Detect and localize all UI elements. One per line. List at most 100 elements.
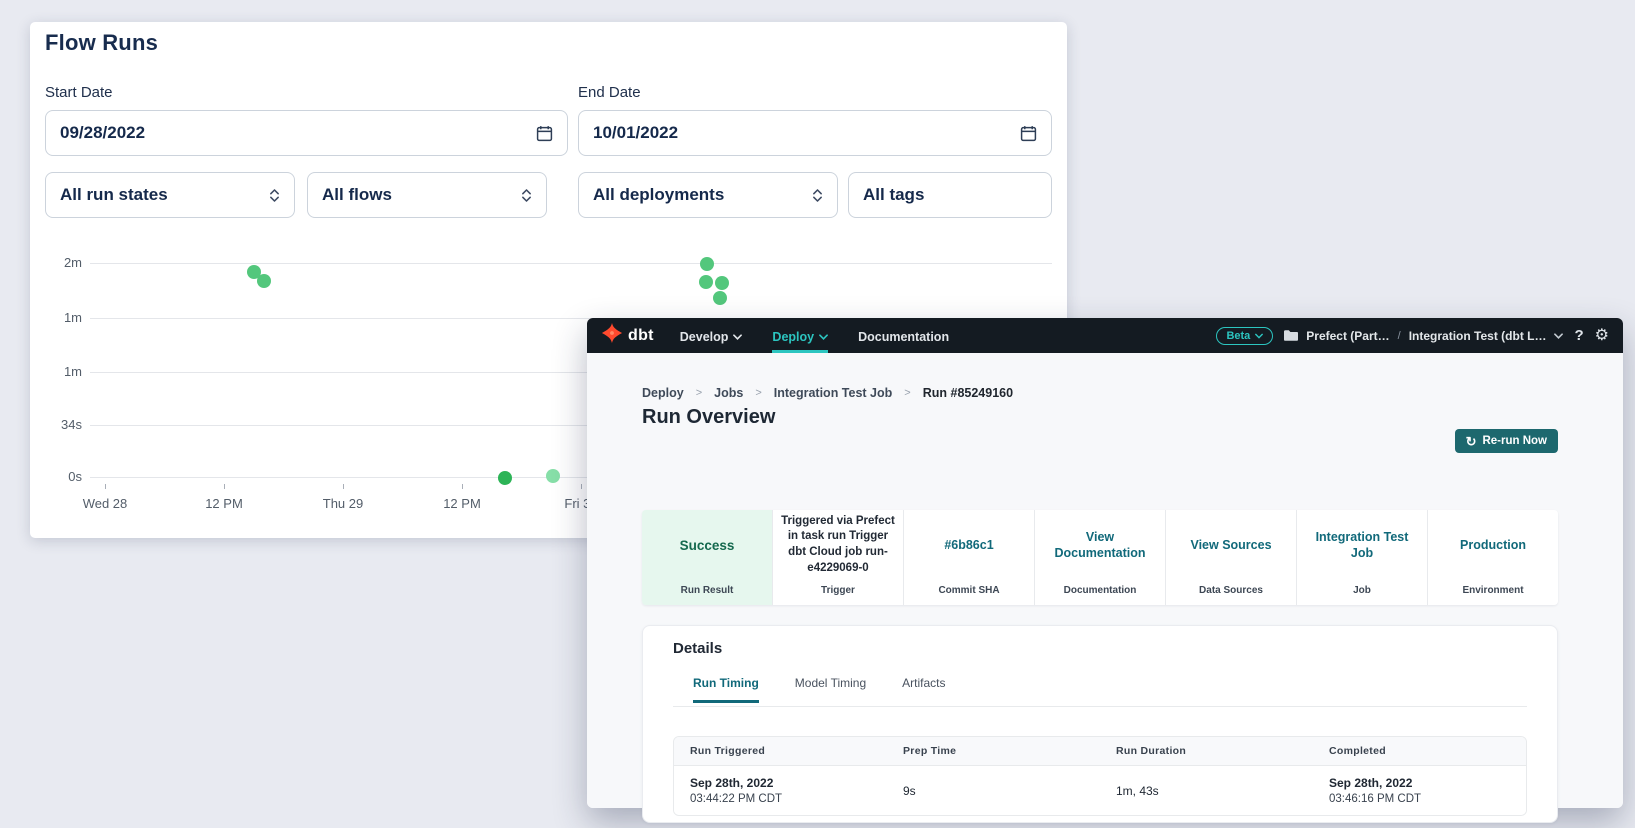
refresh-icon: ↻	[1466, 435, 1477, 448]
chevron-updown-icon	[269, 188, 280, 203]
rerun-now-label: Re-run Now	[1482, 435, 1547, 447]
folder-icon	[1284, 330, 1298, 341]
tab-model-timing[interactable]: Model Timing	[795, 676, 866, 703]
chevron-updown-icon	[269, 188, 280, 203]
tabs-divider	[673, 706, 1527, 707]
details-tabs: Run Timing Model Timing Artifacts	[693, 676, 946, 703]
start-date-input[interactable]: 09/28/2022	[45, 110, 568, 156]
filter-select-all-flows[interactable]: All flows	[307, 172, 547, 218]
breadcrumb-item-jobs[interactable]: Jobs	[714, 386, 743, 400]
summary-card-environment[interactable]: ProductionEnvironment	[1427, 510, 1558, 605]
project-name[interactable]: Prefect (Part…	[1306, 329, 1389, 343]
run-summary-cards: SuccessRun ResultTriggered via Prefect i…	[642, 510, 1558, 605]
rerun-now-button[interactable]: ↻ Re-run Now	[1455, 429, 1558, 453]
gear-icon[interactable]: ⚙	[1595, 328, 1609, 344]
beta-label: Beta	[1226, 330, 1250, 342]
chart-x-tick-label: Thu 29	[308, 496, 378, 511]
help-icon[interactable]: ?	[1574, 327, 1583, 344]
beta-dropdown[interactable]: Beta	[1216, 327, 1273, 345]
summary-card-value[interactable]: Production	[1428, 510, 1558, 580]
calendar-icon[interactable]	[1020, 125, 1037, 142]
summary-card-trigger: Triggered via Prefect in task run Trigge…	[772, 510, 903, 605]
chevron-down-icon	[1255, 333, 1263, 339]
dbt-brand-text: dbt	[628, 327, 654, 345]
table-header-row: Run TriggeredPrep TimeRun DurationComple…	[674, 737, 1526, 766]
nav-item-deploy[interactable]: Deploy	[772, 318, 828, 353]
dbt-navbar: dbt Develop Deploy Documentation Beta Pref…	[587, 318, 1623, 353]
cell-line-primary: 1m, 43s	[1116, 784, 1313, 798]
flow-run-dot[interactable]	[546, 469, 560, 483]
nav-item-develop[interactable]: Develop	[680, 318, 743, 353]
summary-card-label: Run Result	[642, 585, 772, 596]
nav-item-label: Develop	[680, 330, 729, 344]
breadcrumb-separator: >	[904, 387, 910, 399]
summary-card-value[interactable]: Integration Test Job	[1297, 510, 1427, 580]
table-header-prep-time: Prep Time	[887, 737, 1100, 765]
summary-card-job[interactable]: Integration Test JobJob	[1296, 510, 1427, 605]
table-cell: Sep 28th, 202203:44:22 PM CDT	[674, 766, 887, 815]
breadcrumb-separator: >	[755, 387, 761, 399]
summary-card-value[interactable]: View Sources	[1166, 510, 1296, 580]
cell-line-primary: Sep 28th, 2022	[1329, 776, 1526, 790]
tab-run-timing[interactable]: Run Timing	[693, 676, 759, 703]
filter-select-label: All tags	[863, 185, 924, 205]
breadcrumb-item-deploy[interactable]: Deploy	[642, 386, 684, 400]
chart-x-tick	[343, 484, 344, 489]
end-date-input[interactable]: 10/01/2022	[578, 110, 1052, 156]
summary-card-data-sources[interactable]: View Sources Data Sources	[1165, 510, 1296, 605]
chevron-updown-icon	[521, 188, 532, 203]
project-separator: /	[1398, 330, 1401, 342]
nav-item-documentation[interactable]: Documentation	[858, 318, 949, 353]
flow-run-dot[interactable]	[498, 471, 512, 485]
flow-run-dot[interactable]	[699, 275, 713, 289]
filter-select-all-deployments[interactable]: All deployments	[578, 172, 838, 218]
flow-runs-title: Flow Runs	[45, 30, 158, 56]
flow-run-dot[interactable]	[700, 257, 714, 271]
table-cell: 9s	[887, 766, 1100, 815]
summary-card-documentation[interactable]: View DocumentationDocumentation	[1034, 510, 1165, 605]
chevron-down-icon	[1554, 333, 1563, 339]
filter-select-label: All flows	[322, 185, 392, 205]
run-overview-title: Run Overview	[642, 406, 775, 429]
summary-card-run-result: SuccessRun Result	[642, 510, 772, 605]
account-switcher[interactable]: Prefect (Part… / Integration Test (dbt L…	[1284, 329, 1563, 343]
summary-card-value[interactable]: View Documentation	[1035, 510, 1165, 580]
tab-artifacts[interactable]: Artifacts	[902, 676, 945, 703]
run-timing-table: Run TriggeredPrep TimeRun DurationComple…	[673, 736, 1527, 816]
summary-card-label: Commit SHA	[904, 585, 1034, 596]
summary-card-label: Data Sources	[1166, 585, 1296, 596]
chart-x-tick	[581, 484, 582, 489]
chart-x-tick	[224, 484, 225, 489]
chevron-down-icon	[819, 334, 828, 340]
chart-y-tick-label: 1m	[38, 310, 82, 325]
chart-x-tick	[462, 484, 463, 489]
flow-run-dot[interactable]	[715, 276, 729, 290]
details-card: Details Run TimingModel TimingArtifacts …	[642, 625, 1558, 823]
chart-y-tick-label: 34s	[38, 417, 82, 432]
filter-select-all-run-states[interactable]: All run states	[45, 172, 295, 218]
summary-card-commit-sha[interactable]: #6b86c1 Commit SHA	[903, 510, 1034, 605]
chart-x-tick-label: Wed 28	[70, 496, 140, 511]
table-body: Sep 28th, 202203:44:22 PM CDT9s1m, 43sSe…	[674, 766, 1526, 815]
breadcrumb: Deploy>Jobs>Integration Test Job>Run #85…	[642, 386, 1013, 400]
dbt-cloud-window: dbt Develop Deploy Documentation Beta Pref…	[587, 318, 1623, 808]
table-cell: Sep 28th, 202203:46:16 PM CDT	[1313, 766, 1526, 815]
calendar-icon[interactable]	[536, 125, 553, 142]
table-header-run-duration: Run Duration	[1100, 737, 1313, 765]
cell-line-secondary: 03:44:22 PM CDT	[690, 793, 887, 805]
breadcrumb-item-integration-test-job[interactable]: Integration Test Job	[774, 386, 893, 400]
flow-run-dot[interactable]	[713, 291, 727, 305]
environment-name[interactable]: Integration Test (dbt L…	[1409, 329, 1547, 343]
chart-x-tick-label: 12 PM	[189, 496, 259, 511]
dbt-logo[interactable]: dbt	[601, 322, 654, 349]
chevron-updown-icon	[812, 188, 823, 203]
chart-x-tick	[105, 484, 106, 489]
summary-card-value[interactable]: #6b86c1	[904, 510, 1034, 580]
dbt-nav-menu: Develop Deploy Documentation	[680, 318, 949, 353]
breadcrumb-separator: >	[696, 387, 702, 399]
chevron-down-icon	[733, 334, 742, 340]
table-header-run-triggered: Run Triggered	[674, 737, 887, 765]
start-date-value: 09/28/2022	[60, 123, 145, 143]
filter-select-all-tags[interactable]: All tags	[848, 172, 1052, 218]
flow-run-dot[interactable]	[257, 274, 271, 288]
